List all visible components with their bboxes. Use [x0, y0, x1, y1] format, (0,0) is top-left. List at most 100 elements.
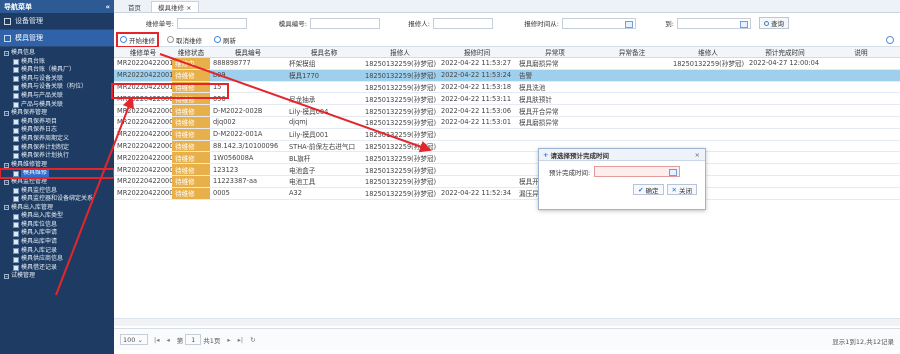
table-cell: 18250132259(孙梦冠) — [365, 72, 437, 81]
sidebar-group-device[interactable]: 设备管理 — [0, 13, 114, 30]
sidebar-tree-item[interactable]: 模具与设备关联（构位） — [0, 83, 114, 92]
table-cell: 2022-04-22 11:53:27 — [441, 59, 512, 68]
table-cell: 88.142.3/10100096 — [213, 141, 279, 150]
report-time-from-input[interactable] — [562, 17, 636, 29]
table-cell: Lily-模具001 — [289, 131, 329, 140]
sidebar-tree-item[interactable]: − 试模管理 — [0, 272, 114, 281]
sidebar-tree-item[interactable]: 模具与产品关联 — [0, 92, 114, 101]
reporter-input[interactable] — [433, 17, 493, 29]
sidebar-tree-item[interactable]: 模具入库申请 — [0, 229, 114, 238]
report-time-to-input[interactable] — [677, 17, 751, 29]
confirm-button[interactable]: ✔ 确定 — [633, 184, 664, 195]
close-icon[interactable]: × — [695, 151, 700, 159]
column-header[interactable]: 异常项 — [516, 47, 594, 57]
refresh-button[interactable]: 刷新 — [212, 34, 238, 46]
column-header[interactable]: 说明 — [824, 47, 898, 57]
table-row[interactable]: MR202204220005 待维修 88.142.3/10100096 STHA-前… — [114, 140, 900, 153]
sidebar-tree-item[interactable]: 模具监控器和设备绑定关系 — [0, 195, 114, 204]
page-input[interactable]: 1 — [185, 334, 202, 345]
sidebar-tree-item[interactable]: 模具出入库类型 — [0, 212, 114, 221]
start-repair-label: 开始维修 — [129, 36, 155, 45]
page-size-select[interactable]: 100 ⌄ — [120, 334, 148, 345]
column-header[interactable]: 维修人 — [670, 47, 746, 57]
sidebar-tree-item[interactable]: − 模具维修管理 — [0, 161, 114, 170]
sidebar-tree-item[interactable]: 模具库位信息 — [0, 221, 114, 230]
mold-no-input[interactable] — [310, 17, 380, 29]
sidebar-tree-item[interactable]: 模具保养周期定义 — [0, 135, 114, 144]
sidebar-tree-item[interactable]: 模具保养计划执行 — [0, 152, 114, 161]
sidebar-tree-item[interactable]: 模具保养项目 — [0, 118, 114, 127]
sidebar-tree-label: 模具保养计划执行 — [21, 152, 70, 160]
sidebar-tree-item[interactable]: − 模具保养管理 — [0, 109, 114, 118]
table-cell: Lily-模具004 — [289, 107, 329, 116]
gear-icon[interactable] — [886, 36, 894, 44]
table-row[interactable]: MR202204220003 待维修 123123 电池盒子 18250132259(孙… — [114, 164, 900, 176]
sidebar-tree-item[interactable]: − 模具信息 — [0, 49, 114, 58]
horizontal-scrollbar[interactable] — [114, 318, 900, 326]
folder-toggle-icon: − — [4, 110, 9, 116]
last-page-icon[interactable]: ▸| — [238, 336, 243, 344]
table-cell: 2022-04-22 11:53:06 — [441, 106, 512, 115]
cancel-repair-button[interactable]: 取消维修 — [165, 34, 204, 46]
page-info: 显示1到12,共12记录 — [832, 338, 894, 346]
table-cell: 18250132259(孙梦冠) — [365, 166, 437, 175]
sidebar-tree: − 模具信息 模具台账 模具台账（模具厂） 模具与设备关联 模具与设备关联（构位） 模具与产… — [0, 47, 114, 281]
sidebar-tree-item[interactable]: − 模具出入库管理 — [0, 204, 114, 213]
table-cell: MR202204220007 — [117, 118, 172, 127]
sidebar-tree-item[interactable]: 模具台账（模具厂） — [0, 66, 114, 75]
expected-time-label: 预计完成时间: — [549, 168, 591, 177]
table-row[interactable]: MR202204220012 维修中 888898777 杯架模组 1825013225… — [114, 58, 900, 70]
tab-mold-repair[interactable]: 模具维修 × — [151, 1, 199, 12]
close-button[interactable]: ✕ 关闭 — [666, 184, 697, 195]
table-row[interactable]: MR202204220001 待维修 0005 A32 18250132259(孙梦冠)… — [114, 187, 900, 200]
table-row[interactable]: MR202204220004 待维修 1W056008A BL旗杆 1825013225… — [114, 152, 900, 165]
reload-icon[interactable]: ↻ — [250, 336, 255, 344]
collapse-icon[interactable]: « — [105, 3, 110, 11]
column-header[interactable]: 维修单号 — [114, 47, 172, 57]
table-row[interactable]: MR202204220010 待维修 15 18250132259(孙梦冠) 2022-… — [114, 81, 900, 94]
sidebar-title: 导航菜单 « — [0, 0, 114, 13]
sidebar-tree-item[interactable]: 模具监控信息 — [0, 187, 114, 196]
expected-time-input[interactable] — [594, 166, 681, 177]
sidebar-title-text: 导航菜单 — [4, 2, 32, 11]
table-cell: 18250132259(孙梦冠) — [365, 131, 437, 140]
start-repair-button[interactable]: 开始维修 — [116, 31, 159, 48]
sidebar-group-mold[interactable]: 模具管理 — [0, 30, 114, 47]
refresh-icon — [214, 36, 221, 43]
dialog-header: + 请选择预计完成时间 × — [539, 149, 705, 161]
column-header[interactable]: 异常备注 — [594, 47, 670, 57]
table-row[interactable]: MR202204220009 待维修 056 尼龙抽承 18250132259(孙梦冠)… — [114, 93, 900, 106]
repair-no-input[interactable] — [177, 17, 247, 29]
sidebar-tree-label: 模具保养管理 — [11, 109, 48, 117]
column-header[interactable]: 预计完成时间 — [746, 47, 824, 57]
column-header[interactable]: 维修状态 — [172, 47, 210, 57]
table-row[interactable]: MR202204220008 待维修 D-M2022-002B Lily-模具004 1… — [114, 105, 900, 117]
sidebar-tree-item[interactable]: 模具保养计划制定 — [0, 144, 114, 153]
prev-page-icon[interactable]: ◂ — [166, 336, 169, 344]
query-button[interactable]: 查询 — [759, 17, 789, 29]
repair-no-label: 维修单号: — [145, 20, 174, 28]
sidebar-tree-item[interactable]: 模具台账 — [0, 58, 114, 67]
status-badge: 待维修 — [172, 116, 210, 128]
file-icon — [13, 222, 19, 229]
dialog-title: 请选择预计完成时间 — [550, 151, 609, 160]
column-header[interactable]: 报修人 — [362, 47, 438, 57]
sidebar-tree-item[interactable]: 模具供应商信息 — [0, 255, 114, 264]
table-row[interactable]: MR202204220002 待维修 11223387-aa 电池工具 18250132… — [114, 175, 900, 188]
column-header[interactable]: 报修时间 — [438, 47, 516, 57]
column-header[interactable]: 模具编号 — [210, 47, 286, 57]
sidebar-tree-item[interactable]: 模具保养日志 — [0, 126, 114, 135]
sidebar-tree-item[interactable]: 模具维修 — [0, 168, 114, 179]
sidebar-tree-item[interactable]: 模具入库记录 — [0, 247, 114, 256]
sidebar-tree-item[interactable]: − 模具监控管理 — [0, 178, 114, 187]
tab-home[interactable]: 首页 — [122, 1, 147, 12]
sidebar-tree-item[interactable]: 产品与模具关联 — [0, 101, 114, 110]
column-header[interactable]: 模具名称 — [286, 47, 362, 57]
table-row[interactable]: MR202204220006 待维修 D-M2022-001A Lily-模具001 1… — [114, 128, 900, 141]
first-page-icon[interactable]: |◂ — [154, 336, 159, 344]
sidebar-tree-item[interactable]: 模具出库申请 — [0, 238, 114, 247]
table-row[interactable]: MR202204220007 待维修 djq002 djqmj 18250132259(… — [114, 116, 900, 129]
table-row[interactable]: MR202204220011 待维修 b09 模具1770 18250132259(孙梦… — [114, 69, 900, 82]
next-page-icon[interactable]: ▸ — [227, 336, 230, 344]
sidebar-tree-label: 试模管理 — [11, 272, 36, 280]
